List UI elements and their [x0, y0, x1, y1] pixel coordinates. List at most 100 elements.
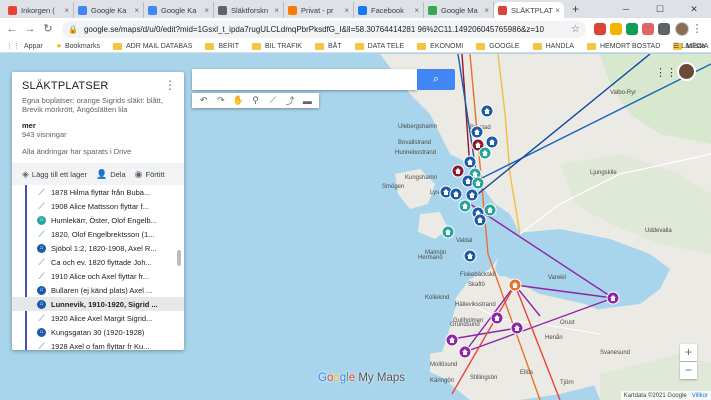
map-marker[interactable] [463, 155, 477, 169]
map-marker[interactable] [463, 249, 477, 263]
tab-close-icon[interactable]: × [64, 6, 69, 15]
share-button[interactable]: 👤 Dela [96, 169, 126, 180]
map-marker[interactable] [458, 345, 472, 359]
panel-scrollbar[interactable] [177, 250, 181, 266]
chrome-extension-icon[interactable] [626, 23, 638, 35]
layer-list-item[interactable]: ⌂ Bullaren (ej känd plats) Axel ... [12, 283, 184, 297]
preview-label: Förtitt [145, 169, 165, 179]
map-marker[interactable] [508, 278, 522, 292]
browser-tab[interactable]: Google Ka × [74, 2, 144, 18]
add-marker-icon[interactable]: ⚲ [248, 95, 262, 106]
bookmark-folder[interactable]: HEMORT BOSTAD [586, 42, 660, 50]
map-title[interactable]: SLÄKTPLATSER [22, 80, 109, 92]
undo-icon[interactable]: ↶ [197, 95, 211, 106]
marker-icon-wrap: ⌂ [37, 243, 46, 253]
layer-list-item[interactable]: ⟋ Ca och ev. 1820 flyttade Joh... [12, 255, 184, 269]
map-marker[interactable] [485, 135, 499, 149]
map-marker[interactable] [483, 203, 497, 217]
profile-avatar[interactable] [675, 22, 689, 36]
minimize-icon[interactable]: ─ [609, 0, 643, 18]
apps-bookmark[interactable]: ⋮⋮ Appar [6, 42, 43, 51]
forward-icon[interactable]: → [22, 21, 38, 37]
extension-icon[interactable] [642, 23, 654, 35]
add-layer-button[interactable]: ◈ Lägg till ett lager [22, 169, 87, 180]
bookmark-folder[interactable]: BERIT [205, 42, 239, 50]
tab-close-icon[interactable]: × [204, 6, 209, 15]
zoom-out-button[interactable]: − [680, 362, 697, 379]
map-marker[interactable] [480, 104, 494, 118]
map-marker[interactable] [470, 125, 484, 139]
browser-tab[interactable]: Inkorgen (× [4, 2, 74, 18]
terms-link[interactable]: Villkor [692, 393, 708, 399]
close-window-icon[interactable]: ✕ [677, 0, 711, 18]
layer-list-item[interactable]: ⌂ Lunnevik, 1910-1920, Sigrid ... [12, 297, 184, 311]
browser-tab[interactable]: Facebook × [354, 2, 424, 18]
bookmark-folder[interactable]: DATA TELE [354, 42, 404, 50]
browser-tab[interactable]: SLÄKTPLAT × [494, 2, 564, 18]
bookmark-folder[interactable]: HANDLA [532, 42, 574, 50]
browser-tab[interactable]: Privat - pr × [284, 2, 354, 18]
layer-list-item[interactable]: ⌂ Humlekärr, Öster, Olof Engelb... [12, 213, 184, 227]
new-tab-button[interactable]: + [572, 2, 579, 18]
gmail-extension-icon[interactable] [594, 23, 606, 35]
browser-menu-icon[interactable]: ⋮ [689, 21, 705, 37]
address-bar[interactable]: 🔒 google.se/maps/d/u/0/edit?mid=1Gsxl_t_… [62, 20, 586, 38]
layer-list-item[interactable]: ⟋ 1878 Hilma flyttar från Buba... [12, 185, 184, 199]
map-marker[interactable] [606, 291, 620, 305]
map-marker[interactable] [490, 311, 504, 325]
map-marker[interactable] [471, 176, 485, 190]
map-marker[interactable] [441, 225, 455, 239]
browser-tab[interactable]: Google Ka × [144, 2, 214, 18]
layer-list-item[interactable]: ⟋ 1920 Alice Axel Margit Sigrid... [12, 311, 184, 325]
bookmarks-folder[interactable]: ★ Bookmarks [56, 42, 100, 51]
tab-close-icon[interactable]: × [344, 6, 349, 15]
map-marker[interactable] [465, 188, 479, 202]
layer-list-item[interactable]: ⌂ Sjöbol 1:2, 1820-1908, Axel R... [12, 241, 184, 255]
tab-close-icon[interactable]: × [414, 6, 419, 15]
preview-button[interactable]: ◉ Förtitt [135, 169, 165, 180]
layer-list-item[interactable]: ⟋ 1910 Alice och Axel flyttar fr... [12, 269, 184, 283]
bookmark-folder[interactable]: GOOGLE [476, 42, 520, 50]
bookmark-folder[interactable]: BIL TRAFIK [252, 42, 302, 50]
layer-list-item[interactable]: ⌂ Kungsgatan 30 (1920-1928) [12, 325, 184, 339]
tab-close-icon[interactable]: × [274, 6, 279, 15]
bookmark-folder[interactable]: BÅT [314, 42, 342, 50]
map-marker[interactable] [458, 199, 472, 213]
draw-line-icon[interactable]: ⟋ [266, 95, 280, 106]
tab-close-icon[interactable]: × [555, 6, 560, 15]
back-icon[interactable]: ← [4, 21, 20, 37]
search-button[interactable]: ⌕ [417, 69, 455, 90]
map-marker[interactable] [510, 321, 524, 335]
reading-list[interactable]: ☰ Läslista [673, 40, 705, 53]
more-link[interactable]: mer [22, 121, 36, 130]
layer-list-item[interactable]: ⟋ 1908 Alice Mattsson flyttar f... [12, 199, 184, 213]
maximize-icon[interactable]: ☐ [643, 0, 677, 18]
map-marker[interactable] [478, 146, 492, 160]
tab-close-icon[interactable]: × [134, 6, 139, 15]
tabs-container: Inkorgen (× Google Ka × Google Ka × Släktfors… [4, 2, 564, 18]
directions-icon[interactable]: ⤴ [283, 94, 297, 107]
map-marker[interactable] [473, 213, 487, 227]
reload-icon[interactable]: ↻ [40, 21, 56, 37]
layer-list-item[interactable]: ⟋ 1820, Olof Engelbrektsson (1... [12, 227, 184, 241]
browser-tab[interactable]: Släktforskn × [214, 2, 284, 18]
account-avatar[interactable] [677, 62, 696, 81]
bookmark-folder[interactable]: ADR MAIL DATABAS [112, 42, 192, 50]
puzzle-extension-icon[interactable] [658, 23, 670, 35]
tab-close-icon[interactable]: × [484, 6, 489, 15]
keep-extension-icon[interactable] [610, 23, 622, 35]
browser-tab[interactable]: Google Ma × [424, 2, 494, 18]
pan-hand-icon[interactable]: ✋ [231, 95, 245, 106]
ruler-icon[interactable]: ▬ [300, 96, 314, 106]
map-search-input[interactable] [192, 69, 417, 90]
map-marker[interactable] [451, 164, 465, 178]
layer-list-item[interactable]: ⟋ 1928 Axel o fam flyttar fr Ku... [12, 339, 184, 351]
redo-icon[interactable]: ↷ [214, 95, 228, 106]
zoom-in-button[interactable]: + [680, 344, 697, 361]
map-marker[interactable] [449, 187, 463, 201]
panel-menu-icon[interactable]: ⋮ [164, 78, 176, 92]
map-marker[interactable] [445, 333, 459, 347]
bookmark-star-icon[interactable]: ☆ [571, 24, 580, 35]
bookmark-folder[interactable]: EKONOMI [417, 42, 463, 50]
lock-icon[interactable]: 🔒 [68, 25, 78, 34]
